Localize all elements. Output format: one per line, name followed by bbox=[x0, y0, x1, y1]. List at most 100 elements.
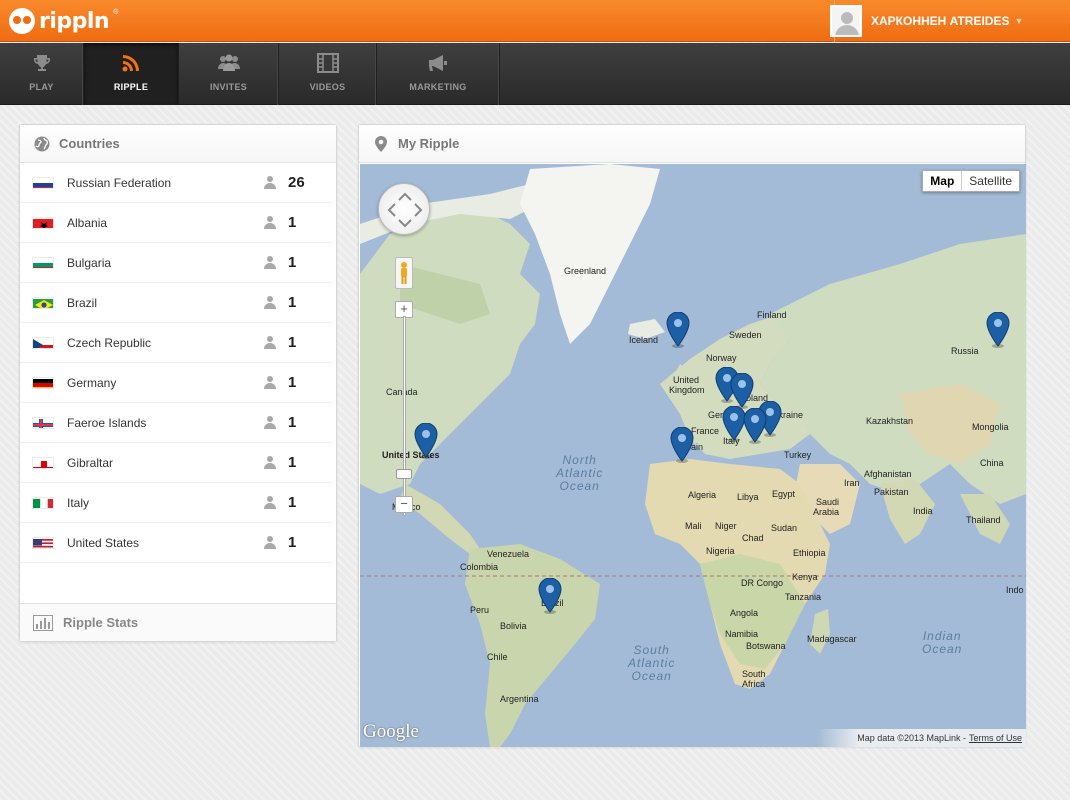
my-ripple-panel-title: My Ripple bbox=[398, 136, 460, 151]
nav-item-marketing[interactable]: MARKETING bbox=[377, 43, 500, 105]
nav-label-ripple: RIPPLE bbox=[113, 82, 149, 92]
country-row-czech[interactable]: Czech Republic 1 bbox=[20, 323, 332, 363]
map-pin-icon[interactable] bbox=[986, 312, 1010, 348]
map-label-saudi-2: Arabia bbox=[813, 507, 840, 517]
map-pin-icon[interactable] bbox=[743, 408, 767, 444]
flag-br-icon bbox=[32, 297, 54, 309]
ocean-label-south-atlantic: South Atlantic Ocean bbox=[628, 643, 676, 683]
user-name[interactable]: ХАРКОННЕН ATREIDES bbox=[871, 14, 1009, 28]
map-label-bolivia: Bolivia bbox=[500, 621, 527, 631]
ripple-stats-header[interactable]: Ripple Stats bbox=[20, 603, 336, 641]
country-row-italy[interactable]: Italy 1 bbox=[20, 483, 332, 523]
map-label-sudan: Sudan bbox=[771, 523, 798, 533]
brand-tm: ® bbox=[113, 9, 119, 16]
map-label-turkey: Turkey bbox=[784, 450, 812, 460]
map-type-control: Map Satellite bbox=[922, 170, 1020, 192]
flag-us-icon bbox=[32, 537, 54, 549]
country-count: 1 bbox=[288, 214, 297, 231]
map-type-satellite-button[interactable]: Satellite bbox=[962, 171, 1019, 191]
globe-icon bbox=[33, 135, 51, 153]
country-row-faeroe[interactable]: Faeroe Islands 1 bbox=[20, 403, 332, 443]
map-label-colombia: Colombia bbox=[460, 562, 499, 572]
countries-panel-header: Countries bbox=[20, 125, 336, 163]
map-label-pakistan: Pakistan bbox=[874, 487, 909, 497]
my-ripple-panel-header: My Ripple bbox=[359, 125, 1025, 163]
person-icon bbox=[264, 175, 276, 194]
map-label-thailand: Thailand bbox=[966, 515, 1001, 525]
ocean-label-indian: Indian Ocean bbox=[922, 629, 963, 656]
google-logo[interactable]: Google bbox=[363, 721, 419, 743]
map-label-venezuela: Venezuela bbox=[487, 549, 530, 559]
country-count: 1 bbox=[288, 454, 297, 471]
country-count: 1 bbox=[288, 374, 297, 391]
user-menu[interactable]: ХАРКОННЕН ATREIDES ▼ bbox=[830, 5, 1023, 37]
map-label-mongolia: Mongolia bbox=[972, 422, 1009, 432]
ocean-label-north-atlantic: North Atlantic Ocean bbox=[556, 453, 604, 493]
map-pin-icon[interactable] bbox=[730, 373, 754, 409]
map-pin-icon[interactable] bbox=[414, 423, 438, 459]
map-label-russia: Russia bbox=[951, 346, 979, 356]
countries-panel: Countries Russian Federation 26 Albania … bbox=[19, 124, 337, 642]
country-row-russia[interactable]: Russian Federation 26 bbox=[20, 163, 332, 203]
map-pin-icon[interactable] bbox=[666, 312, 690, 348]
person-icon bbox=[264, 335, 276, 354]
country-count: 26 bbox=[288, 174, 305, 191]
countries-panel-title: Countries bbox=[59, 136, 120, 151]
country-count: 1 bbox=[288, 254, 297, 271]
map-label-iran: Iran bbox=[844, 478, 860, 488]
avatar[interactable] bbox=[830, 5, 862, 37]
map-pin-icon[interactable] bbox=[670, 427, 694, 463]
map-label-norway: Norway bbox=[706, 353, 737, 363]
map-label-south-africa-2: Africa bbox=[742, 679, 766, 689]
world-map[interactable]: Greenland Iceland Finland Sweden Norway … bbox=[360, 164, 1026, 747]
nav-item-invites[interactable]: INVITES bbox=[179, 43, 279, 105]
map-label-peru: Peru bbox=[470, 605, 490, 615]
country-row-bulgaria[interactable]: Bulgaria 1 bbox=[20, 243, 332, 283]
map-label-chile: Chile bbox=[487, 652, 508, 662]
country-row-brazil[interactable]: Brazil 1 bbox=[20, 283, 332, 323]
map-attribution: Map data ©2013 MapLink - Terms of Use bbox=[817, 729, 1026, 747]
flag-gi-icon bbox=[32, 457, 54, 469]
rippln-logo[interactable]: rippln ® bbox=[9, 7, 118, 35]
chevron-down-icon[interactable]: ▼ bbox=[1014, 16, 1023, 26]
bar-chart-icon bbox=[33, 614, 53, 631]
map-label-kenya: Kenya bbox=[792, 572, 818, 582]
flag-cz-icon bbox=[32, 337, 54, 349]
map-label-nigeria: Nigeria bbox=[706, 546, 735, 556]
zoom-out-button[interactable]: − bbox=[395, 496, 413, 513]
person-icon bbox=[264, 535, 276, 554]
map-type-map-button[interactable]: Map bbox=[923, 171, 963, 191]
country-name: Czech Republic bbox=[67, 335, 152, 350]
map-label-mali: Mali bbox=[685, 521, 702, 531]
map-label-libya: Libya bbox=[737, 492, 759, 502]
map-label-canada: Canada bbox=[386, 387, 418, 397]
map-pan-control[interactable] bbox=[378, 183, 430, 235]
country-row-united-states[interactable]: United States 1 bbox=[20, 523, 332, 563]
flag-fo-icon bbox=[32, 417, 54, 429]
country-name: Bulgaria bbox=[67, 255, 112, 270]
country-count: 1 bbox=[288, 334, 297, 351]
nav-item-ripple[interactable]: RIPPLE bbox=[84, 43, 179, 105]
person-icon bbox=[264, 375, 276, 394]
nav-item-videos[interactable]: VIDEOS bbox=[279, 43, 377, 105]
zoom-slider-track[interactable] bbox=[403, 316, 406, 516]
person-icon bbox=[264, 295, 276, 314]
top-bar: rippln ® ХАРКОННЕН ATREIDES ▼ bbox=[0, 0, 1070, 42]
map-pin-icon[interactable] bbox=[538, 578, 562, 614]
megaphone-icon bbox=[427, 52, 449, 74]
terms-of-use-link[interactable]: Terms of Use bbox=[969, 733, 1022, 743]
nav-item-play[interactable]: PLAY bbox=[0, 43, 84, 105]
rippln-logo-icon bbox=[9, 8, 35, 34]
zoom-slider-thumb[interactable] bbox=[396, 469, 412, 479]
country-row-germany[interactable]: Germany 1 bbox=[20, 363, 332, 403]
country-list: Russian Federation 26 Albania 1 Bulgaria… bbox=[20, 163, 336, 563]
country-count: 1 bbox=[288, 534, 297, 551]
brand-name: rippln bbox=[39, 8, 110, 34]
map-label-angola: Angola bbox=[730, 608, 759, 618]
street-view-pegman-icon[interactable] bbox=[395, 257, 413, 289]
country-row-gibraltar[interactable]: Gibraltar 1 bbox=[20, 443, 332, 483]
country-name: Italy bbox=[67, 495, 90, 510]
map-label-kazakhstan: Kazakhstan bbox=[866, 416, 914, 426]
map-label-egypt: Egypt bbox=[772, 489, 796, 499]
country-row-albania[interactable]: Albania 1 bbox=[20, 203, 332, 243]
